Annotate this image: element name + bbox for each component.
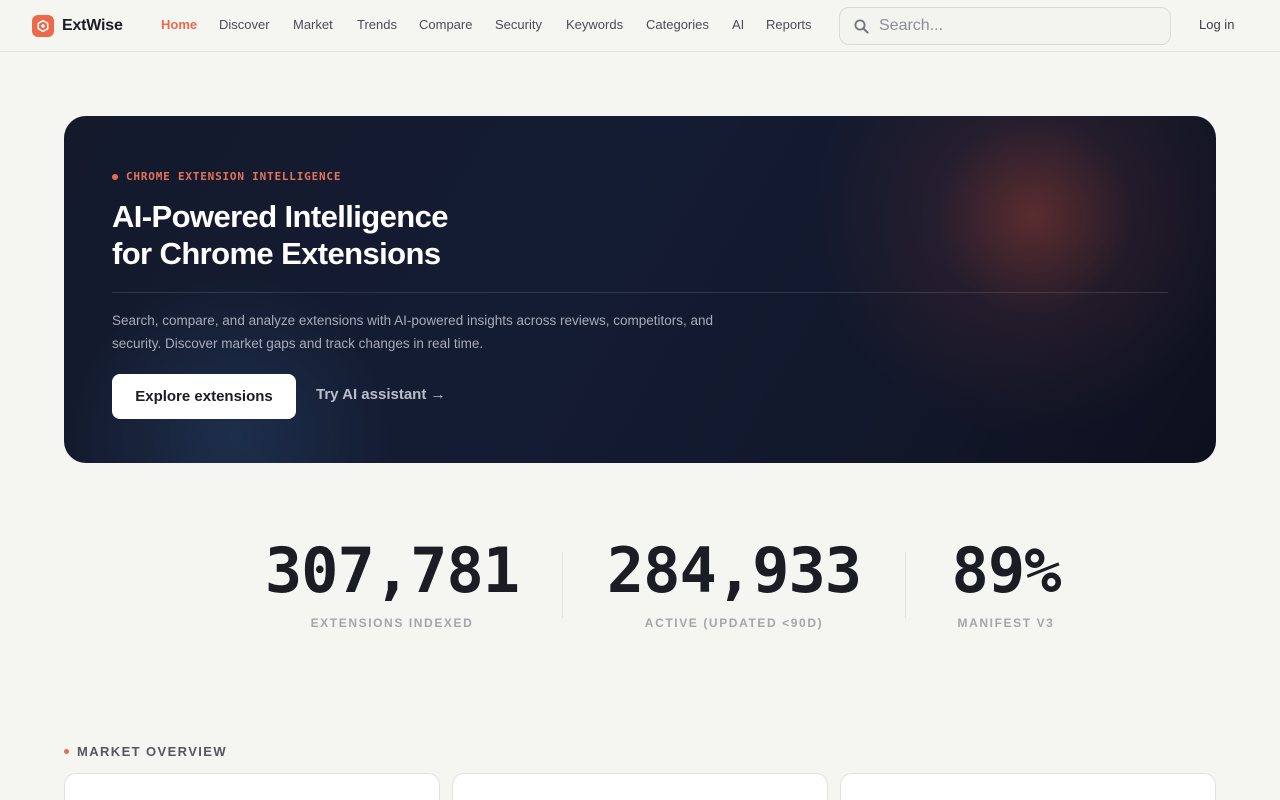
search-icon [854, 19, 869, 34]
hero-title-line-2: for Chrome Extensions [112, 236, 441, 271]
nav-item-ai[interactable]: AI [732, 17, 744, 32]
brand-logo-link[interactable]: ExtWise [32, 15, 123, 37]
nav-item-market[interactable]: Market [293, 17, 333, 32]
nav-item-security[interactable]: Security [495, 17, 542, 32]
hero-divider [112, 292, 1168, 293]
brand-name: ExtWise [62, 17, 123, 34]
market-overview-heading: MARKET OVERVIEW [64, 744, 227, 759]
stat-divider [562, 552, 563, 618]
stat-divider [905, 552, 906, 618]
market-card[interactable] [840, 773, 1216, 800]
stat-extensions-indexed: 307,781 EXTENSIONS INDEXED [262, 534, 522, 630]
search-box[interactable] [839, 7, 1171, 45]
stat-value: 284,933 [606, 534, 862, 607]
eyebrow-dot-icon [112, 173, 118, 180]
top-navigation-bar: ExtWise Home Discover Market Trends Comp… [0, 0, 1280, 52]
market-card[interactable] [452, 773, 828, 800]
nav-item-trends[interactable]: Trends [357, 17, 397, 32]
nav-item-categories[interactable]: Categories [646, 17, 709, 32]
try-ai-assistant-link[interactable]: Try AI assistant → [316, 386, 446, 406]
nav-item-discover[interactable]: Discover [219, 17, 270, 32]
market-overview-title: MARKET OVERVIEW [77, 744, 228, 759]
hero-eyebrow: CHROME EXTENSION INTELLIGENCE [112, 170, 341, 183]
stat-manifest-v3: 89% MANIFEST V3 [926, 534, 1086, 630]
search-input[interactable] [879, 17, 1159, 35]
stat-value: 307,781 [264, 534, 520, 607]
nav-item-home[interactable]: Home [161, 17, 197, 32]
hero-eyebrow-text: CHROME EXTENSION INTELLIGENCE [126, 170, 342, 183]
section-dot-icon [64, 749, 69, 754]
nav-item-keywords[interactable]: Keywords [566, 17, 623, 32]
nav-item-compare[interactable]: Compare [419, 17, 472, 32]
stat-value: 89% [951, 534, 1062, 607]
stat-label: ACTIVE (UPDATED <90D) [644, 616, 824, 630]
hero-description: Search, compare, and analyze extensions … [112, 313, 714, 351]
hero-title: AI-Powered Intelligence for Chrome Exten… [112, 198, 632, 272]
explore-extensions-button[interactable]: Explore extensions [112, 374, 296, 419]
stat-label: EXTENSIONS INDEXED [310, 616, 474, 630]
stat-active-extensions: 284,933 ACTIVE (UPDATED <90D) [604, 534, 864, 630]
stat-label: MANIFEST V3 [957, 616, 1055, 630]
market-card[interactable] [64, 773, 440, 800]
hero-banner: CHROME EXTENSION INTELLIGENCE AI-Powered… [64, 116, 1216, 463]
hero-title-line-1: AI-Powered Intelligence [112, 199, 448, 234]
nav-item-reports[interactable]: Reports [766, 17, 812, 32]
extwise-logo-icon [32, 15, 54, 37]
login-link[interactable]: Log in [1199, 17, 1234, 32]
